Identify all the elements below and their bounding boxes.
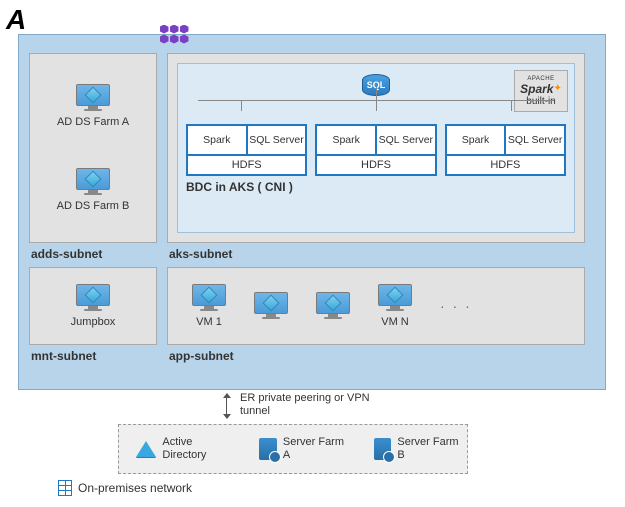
app-subnet-box: VM 1 VM N · · · [167, 267, 585, 345]
vm-ad-ds-farm-a: AD DS Farm A [57, 84, 129, 128]
vm-ad-ds-farm-b: AD DS Farm B [57, 168, 130, 212]
bdc-nodes-row: Spark SQL Server HDFS Spark SQL Server H… [186, 124, 566, 176]
node-sqlserver-label: SQL Server [248, 126, 306, 154]
vm-icon [76, 168, 110, 196]
node-hdfs-label: HDFS [447, 154, 564, 174]
node-sqlserver-label: SQL Server [377, 126, 435, 154]
mnt-subnet-box: Jumpbox [29, 267, 157, 345]
server-icon [374, 438, 392, 460]
bdc-node: Spark SQL Server HDFS [186, 124, 307, 176]
bdc-panel: APACHE Spark✦ built-in SQL [177, 63, 575, 233]
vm-label: AD DS Farm A [57, 116, 129, 128]
onprem-server-farm-b: Server Farm B [374, 436, 467, 461]
node-spark-label: Spark [447, 126, 507, 154]
vm-icon [192, 284, 226, 312]
node-sqlserver-label: SQL Server [506, 126, 564, 154]
adds-subnet-box: AD DS Farm A AD DS Farm B [29, 53, 157, 243]
vm-icon [254, 292, 288, 320]
building-icon [58, 480, 72, 496]
vm-icon [378, 284, 412, 312]
bdc-caption: BDC in AKS ( CNI ) [186, 180, 566, 194]
onprem-item-label: Server Farm B [397, 436, 467, 461]
azure-logo: A [6, 4, 26, 36]
spark-star-icon: ✦ [553, 83, 561, 94]
onprem-item-label: Server Farm A [283, 436, 352, 461]
vm-icon [316, 292, 350, 320]
mnt-subnet-label: mnt-subnet [29, 345, 157, 365]
vm-label: AD DS Farm B [57, 200, 130, 212]
ellipsis-icon: · · · [440, 298, 472, 314]
hybrid-connection-label: ER private peering or VPN tunnel [240, 392, 380, 418]
app-subnet-label: app-subnet [167, 345, 585, 365]
onprem-item-label: Active Directory [162, 436, 237, 461]
vm-label: VM N [381, 316, 409, 328]
node-spark-label: Spark [317, 126, 377, 154]
onprem-server-farm-a: Server Farm A [259, 436, 352, 461]
bdc-node: Spark SQL Server HDFS [315, 124, 436, 176]
node-hdfs-label: HDFS [317, 154, 434, 174]
node-spark-label: Spark [188, 126, 248, 154]
aks-subnet-box: APACHE Spark✦ built-in SQL [167, 53, 585, 243]
node-hdfs-label: HDFS [188, 154, 305, 174]
on-premises-box: Active Directory Server Farm A Server Fa… [118, 424, 468, 474]
active-directory-icon [135, 438, 156, 460]
vm-icon [76, 284, 110, 312]
on-premises-caption-text: On-premises network [78, 481, 192, 495]
vm-app-first: VM 1 [192, 284, 226, 328]
vm-app-last: VM N [378, 284, 412, 328]
server-icon [259, 438, 277, 460]
spark-logo-text: Spark [520, 82, 553, 96]
vm-icon [76, 84, 110, 112]
virtual-network-region: AD DS Farm A AD DS Farm B adds-subnet AP… [18, 34, 606, 390]
on-premises-caption: On-premises network [58, 480, 192, 496]
bdc-node: Spark SQL Server HDFS [445, 124, 566, 176]
onprem-active-directory: Active Directory [135, 436, 237, 461]
vm-label: VM 1 [196, 316, 222, 328]
aks-subnet-label: aks-subnet [167, 243, 585, 263]
adds-subnet-label: adds-subnet [29, 243, 157, 263]
vm-jumpbox: Jumpbox [71, 284, 116, 328]
kubernetes-icon [157, 19, 191, 49]
bdc-topology-lines [198, 100, 554, 122]
hybrid-connection-arrow [218, 392, 234, 420]
vm-label: Jumpbox [71, 316, 116, 328]
